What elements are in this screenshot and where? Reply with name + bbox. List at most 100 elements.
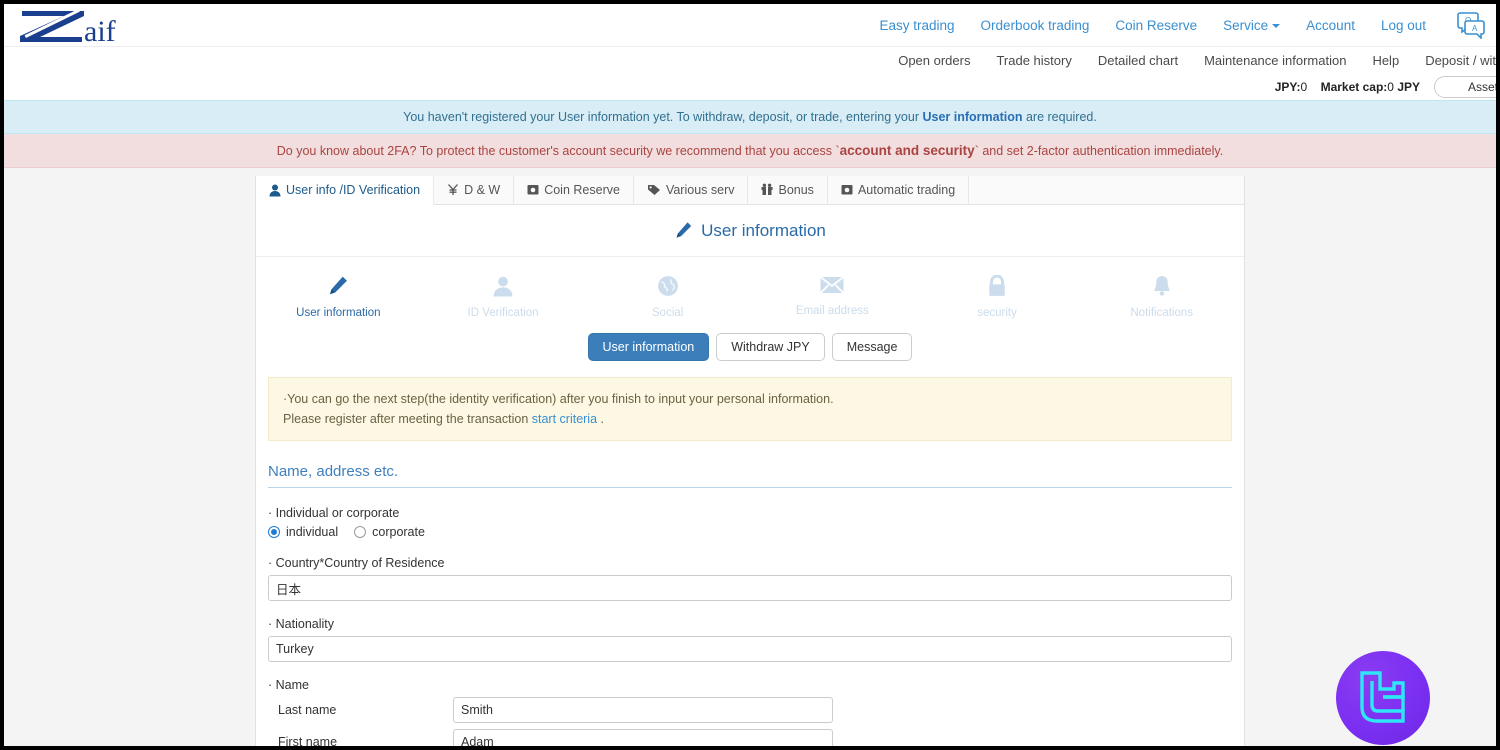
progress-steps: User information ID Verification Social <box>256 257 1244 327</box>
nationality-field-group: · Nationality <box>268 617 1232 662</box>
step-security-label: security <box>977 307 1017 319</box>
tab-bonus[interactable]: Bonus <box>748 175 828 204</box>
nav-coin-reserve-label: Coin Reserve <box>1115 17 1198 33</box>
svg-text:aif: aif <box>84 15 116 45</box>
country-input[interactable] <box>268 575 1232 601</box>
entity-type-label: · Individual or corporate <box>268 506 400 520</box>
info-banner-text-before: You haven't registered your User informa… <box>403 110 923 124</box>
primary-nav: Easy trading Orderbook trading Coin Rese… <box>880 11 1497 39</box>
section-switcher: User information Withdraw JPY Message <box>256 327 1244 377</box>
assets-button-label: Assets <box>1467 79 1496 94</box>
tab-user-info-label: User info /ID Verification <box>286 183 421 197</box>
market-cap-label: Market cap: <box>1320 79 1388 94</box>
step-social-label: Social <box>652 307 684 319</box>
radio-individual[interactable]: individual <box>268 525 338 539</box>
user-icon <box>269 184 281 196</box>
step-notifications-label: Notifications <box>1130 307 1194 319</box>
step-security[interactable]: security <box>915 275 1080 319</box>
tab-user-info-id-verification[interactable]: User info /ID Verification <box>256 176 435 205</box>
radio-corporate-label: corporate <box>372 525 425 539</box>
nav-detailed-chart-label: Detailed chart <box>1097 52 1179 68</box>
step-email-address[interactable]: Email address <box>750 275 915 319</box>
warning-banner-text-before: Do you know about 2FA? To protect the cu… <box>276 144 840 158</box>
tab-automatic-trading[interactable]: Automatic trading <box>828 175 970 204</box>
nav-easy-trading[interactable]: Easy trading <box>880 18 955 33</box>
info-banner-link[interactable]: User information <box>922 110 1022 124</box>
entity-type-radio-group: individual corporate <box>268 525 1232 539</box>
radio-corporate[interactable]: corporate <box>354 525 425 539</box>
user-information-panel: User info /ID Verification D & W Coin Re… <box>255 175 1245 746</box>
lc-monogram-badge <box>1336 651 1430 745</box>
segment-message-label: Message <box>846 340 898 354</box>
envelope-icon <box>820 276 845 294</box>
site-header: aif Easy trading Orderbook trading Coin … <box>4 4 1496 100</box>
nav-log-out-label: Log out <box>1380 17 1426 33</box>
globe-icon <box>657 276 678 296</box>
segment-message[interactable]: Message <box>831 333 913 361</box>
nav-help[interactable]: Help <box>1372 53 1399 68</box>
svg-text:A: A <box>1472 24 1478 33</box>
first-name-input[interactable] <box>453 729 833 746</box>
segment-user-information[interactable]: User information <box>587 333 710 361</box>
segment-user-information-label: User information <box>602 340 695 354</box>
tab-d-and-w[interactable]: D & W <box>434 175 515 204</box>
info-banner: You haven't registered your User informa… <box>4 100 1496 134</box>
radio-corporate-indicator <box>354 526 367 538</box>
nav-open-orders[interactable]: Open orders <box>898 53 970 68</box>
nav-deposit-withdrawal[interactable]: Deposit / wit <box>1425 53 1496 68</box>
lock-icon <box>989 275 1005 296</box>
step-id-verification[interactable]: ID Verification <box>421 275 586 319</box>
lc-monogram-icon <box>1360 671 1405 723</box>
name-field-group: · Name Last name First name <box>268 678 1232 746</box>
zaif-logo[interactable]: aif <box>18 5 178 45</box>
jpy-value: 0 <box>1300 79 1308 94</box>
zaif-logo-icon: aif <box>20 8 116 45</box>
warning-banner-emphasis[interactable]: account and security <box>840 143 975 158</box>
alert-line-1: ·You can go the next step(the identity v… <box>283 392 834 406</box>
nav-service-label: Service <box>1223 17 1269 33</box>
tab-various-serv[interactable]: Various serv <box>634 175 749 204</box>
user-icon <box>493 276 513 297</box>
warning-banner-text-after: ` and set 2-factor authentication immedi… <box>974 144 1224 158</box>
country-label: · Country*Country of Residence <box>268 556 445 570</box>
assets-button[interactable]: Assets <box>1434 75 1496 98</box>
chevron-down-icon <box>1272 23 1281 28</box>
safe-icon <box>841 185 853 195</box>
nav-detailed-chart[interactable]: Detailed chart <box>1098 53 1178 68</box>
nav-maintenance-information-label: Maintenance information <box>1204 52 1347 68</box>
step-email-address-label: Email address <box>795 305 869 317</box>
nav-maintenance-information[interactable]: Maintenance information <box>1204 53 1346 68</box>
nav-coin-reserve[interactable]: Coin Reserve <box>1115 18 1197 33</box>
segment-withdraw-jpy[interactable]: Withdraw JPY <box>716 333 825 361</box>
page-body: User info /ID Verification D & W Coin Re… <box>4 168 1496 746</box>
user-information-form: Name, address etc. · Individual or corpo… <box>256 441 1244 746</box>
nationality-input[interactable] <box>268 636 1232 662</box>
last-name-label: Last name <box>278 703 337 717</box>
nav-service[interactable]: Service <box>1223 17 1281 33</box>
bell-icon <box>1153 276 1170 296</box>
last-name-input[interactable] <box>453 697 833 723</box>
nav-log-out[interactable]: Log out <box>1381 18 1426 33</box>
step-social[interactable]: Social <box>585 275 750 319</box>
jpy-label: JPY: <box>1274 79 1301 94</box>
name-label: · Name <box>268 678 309 692</box>
last-name-input-wrap <box>453 697 833 723</box>
nav-deposit-withdrawal-label: Deposit / wit <box>1425 52 1496 68</box>
nav-account[interactable]: Account <box>1306 18 1355 33</box>
qa-chat-icon[interactable]: Q A <box>1456 11 1486 39</box>
nav-orderbook-trading[interactable]: Orderbook trading <box>981 18 1090 33</box>
step-user-information[interactable]: User information <box>256 275 421 319</box>
market-cap-value: 0 <box>1387 79 1394 94</box>
tab-bonus-label: Bonus <box>778 182 814 197</box>
radio-individual-label: individual <box>286 525 339 539</box>
nav-trade-history[interactable]: Trade history <box>996 53 1071 68</box>
step-id-verification-label: ID Verification <box>467 307 539 319</box>
info-alert-box: ·You can go the next step(the identity v… <box>268 377 1232 441</box>
tab-coin-reserve[interactable]: Coin Reserve <box>514 175 634 204</box>
tags-icon <box>647 185 660 195</box>
form-section-title: Name, address etc. <box>268 463 1232 488</box>
start-criteria-link[interactable]: start criteria <box>532 412 597 426</box>
browser-viewport: aif Easy trading Orderbook trading Coin … <box>4 4 1496 746</box>
step-notifications[interactable]: Notifications <box>1079 275 1244 319</box>
page-title-text: User information <box>701 220 826 240</box>
